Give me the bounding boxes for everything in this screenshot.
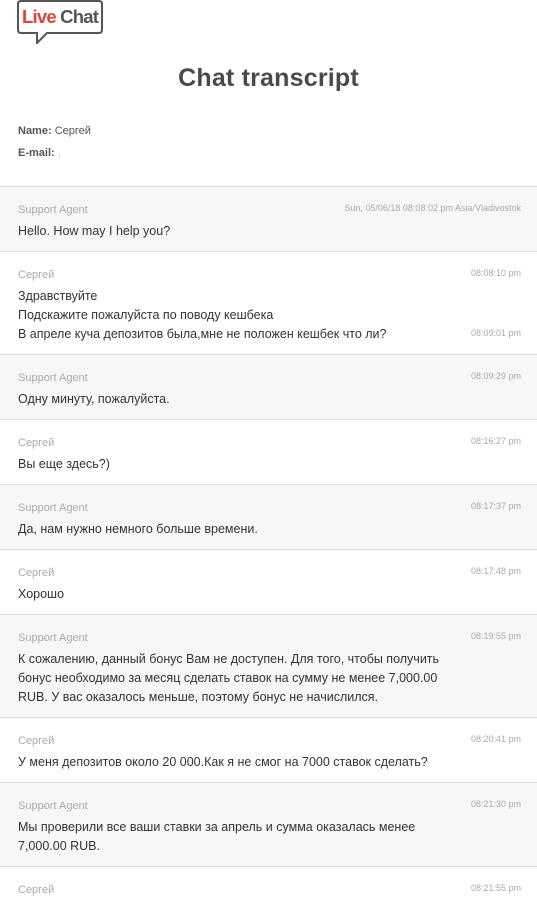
message-author: Сергей: [18, 437, 55, 449]
message-author: Сергей: [18, 735, 55, 747]
message-timestamp: 08:08:10 pm: [470, 268, 521, 278]
logo-chat-text: Chat: [60, 6, 99, 27]
message-timestamp: 08:19:55 pm: [470, 631, 521, 641]
visitor-email-row: E-mail: ,: [18, 147, 91, 169]
message-body: Hello. How may I help you?: [18, 222, 521, 241]
message-body: Здравствуйте Подскажите пожалуйста по пов…: [18, 287, 521, 344]
message-line: 7,000.00 RUB.: [18, 839, 100, 853]
visitor-message: Сергей 08:16:27 pm Вы еще здесь?): [0, 420, 537, 485]
message-timestamp: 08:21:55 pm: [470, 883, 521, 893]
message-line: Hello. How may I help you?: [18, 224, 171, 238]
agent-message: Support Agent 08:21:30 pm Мы проверили все…: [0, 783, 537, 867]
message-body: Хорошо: [18, 585, 521, 604]
email-label: E-mail:: [18, 147, 55, 159]
message-author: Сергей: [18, 567, 55, 579]
visitor-message: Сергей 08:08:10 pm Здравствуйте Подскажите …: [0, 252, 537, 355]
message-timestamp: 08:17:48 pm: [470, 566, 521, 576]
message-line: У меня депозитов около 20 000.Как я не с…: [18, 755, 428, 769]
message-line: В апреле куча депозитов была,мне не поло…: [18, 327, 387, 341]
message-timestamp: 08:09:29 pm: [470, 371, 521, 381]
message-author: Support Agent: [18, 800, 88, 812]
visitor-message: Сергей 08:17:48 pm Хорошо: [0, 550, 537, 615]
chat-transcript: Support Agent Sun, 05/06/18 08:08:02 pm A…: [0, 186, 537, 900]
message-body: Да, нам нужно немного больше времени.: [18, 520, 521, 539]
agent-message: Support Agent Sun, 05/06/18 08:08:02 pm A…: [0, 187, 537, 252]
livechat-logo: Live Chat: [17, 0, 103, 44]
message-author: Support Agent: [18, 502, 88, 514]
message-line: Да, нам нужно немного больше времени.: [18, 522, 258, 536]
message-line: Здравствуйте: [18, 289, 98, 303]
visitor-info: Name: Сергей E-mail: ,: [18, 125, 91, 169]
message-body: У меня депозитов около 20 000.Как я не с…: [18, 753, 521, 772]
message-body: Мы проверили все ваши ставки за апрель и…: [18, 818, 521, 856]
message-line: Хорошо: [18, 587, 65, 601]
message-timestamp: 08:16:27 pm: [470, 436, 521, 446]
message-body: Одну минуту, пожалуйста.: [18, 390, 521, 409]
agent-message: Support Agent 08:19:55 pm К сожалению, дан…: [0, 615, 537, 718]
visitor-name-row: Name: Сергей: [18, 125, 91, 147]
visitor-email: ,: [57, 147, 61, 159]
message-timestamp: 08:20:41 pm: [470, 734, 521, 744]
visitor-message: Сергей08:21:55 pmВы хоть понимаете что э…: [0, 867, 537, 900]
message-timestamp: 08:21:30 pm: [470, 799, 521, 809]
message-author: Support Agent: [18, 632, 88, 644]
message-body: Вы еще здесь?): [18, 455, 521, 474]
message-timestamp: Sun, 05/06/18 08:08:02 pm Asia/Vladivost…: [344, 203, 521, 213]
logo-live-text: Live: [22, 6, 56, 27]
page-title: Chat transcript: [178, 64, 359, 92]
message-line: К сожалению, данный бонус Вам не доступе…: [18, 652, 440, 666]
message-line: Подскажите пожалуйста по поводу кешбека: [18, 308, 274, 322]
agent-message: Support Agent 08:17:37 pm Да, нам нужно не…: [0, 485, 537, 550]
message-line: Мы проверили все ваши ставки за апрель и…: [18, 820, 416, 834]
message-line: бонус необходимо за месяц сделать ставок…: [18, 671, 438, 685]
message-line: Вы еще здесь?): [18, 457, 110, 471]
visitor-message: Сергей 08:20:41 pm У меня депозитов около …: [0, 718, 537, 783]
name-label: Name:: [18, 125, 52, 137]
message-line: Одну минуту, пожалуйста.: [18, 392, 170, 406]
message-timestamp: 08:17:37 pm: [470, 501, 521, 511]
agent-message: Support Agent 08:09:29 pm Одну минуту, пож…: [0, 355, 537, 420]
message-author: Support Agent: [18, 372, 88, 384]
message-author: Сергей: [18, 884, 55, 896]
visitor-name: Сергей: [54, 125, 91, 137]
line-timestamp: 08:09:01 pm: [470, 328, 521, 338]
svg-text:Live Chat: Live Chat: [22, 6, 99, 27]
message-author: Сергей: [18, 269, 55, 281]
message-line: RUB. У вас оказалось меньше, поэтому бон…: [18, 690, 379, 704]
message-body: К сожалению, данный бонус Вам не доступе…: [18, 650, 521, 707]
